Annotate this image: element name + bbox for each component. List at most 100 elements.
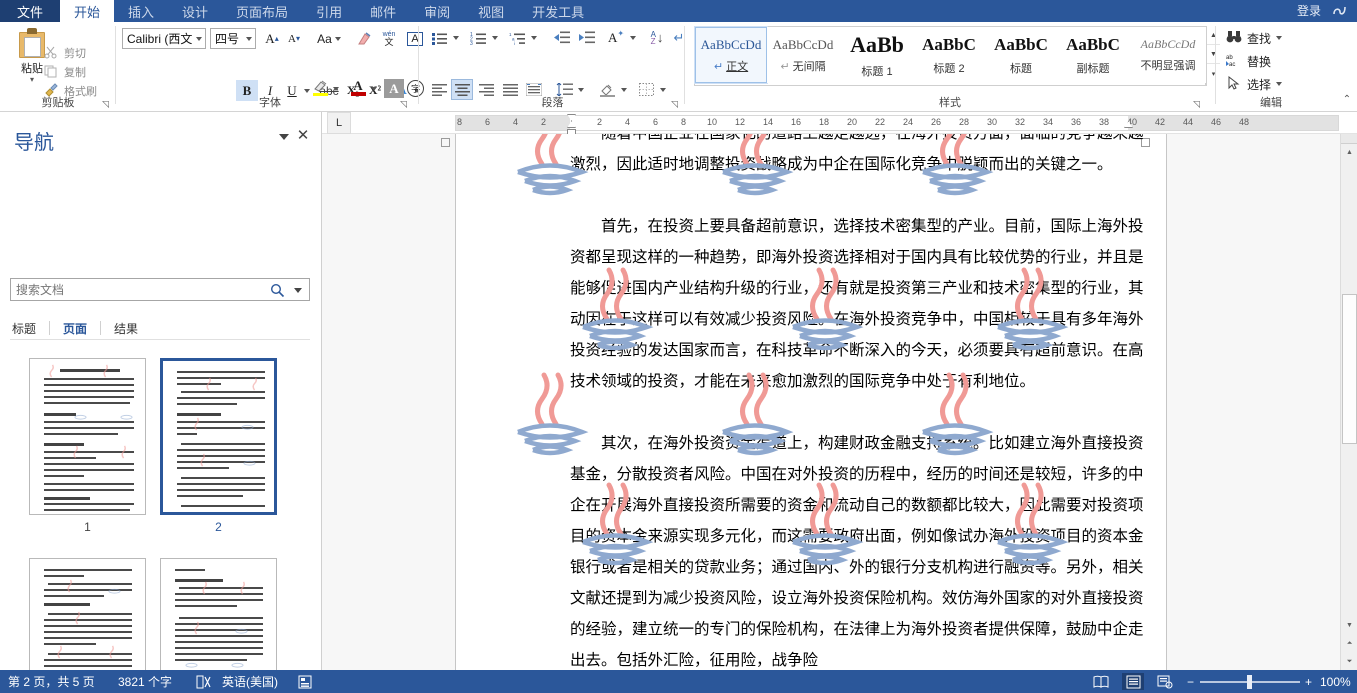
nav-tab-results[interactable]: 结果 [101,320,151,337]
page-thumbnail-2[interactable]: 2 [160,358,277,534]
numbered-list-dropdown-caret[interactable] [490,33,500,43]
font-dialog-launcher[interactable]: ◹ [400,99,410,109]
tab-stop-selector[interactable]: L [327,112,351,134]
tab-mailings[interactable]: 邮件 [356,0,410,22]
search-input[interactable]: 搜索文档 [10,278,310,301]
style-item-title[interactable]: AaBbC 标题 [985,27,1057,83]
nav-tab-pages[interactable]: 页面 [50,320,100,337]
document-text-body[interactable]: 随着中国企业在国家化的道路上越走越远，在海外投资方面，面临的竞争越来越激烈，因此… [570,134,1148,670]
page-thumbnail-3[interactable]: 3 [29,558,146,670]
print-layout-icon[interactable] [1122,673,1144,690]
page-indicator[interactable]: 第 2 页，共 5 页 [8,670,95,693]
web-layout-icon[interactable] [1154,673,1176,690]
scroll-down-icon[interactable]: ▼ [1341,617,1357,634]
read-mode-icon[interactable] [1090,673,1112,690]
tab-page-layout[interactable]: 页面布局 [222,0,302,22]
horizontal-ruler[interactable]: 8 6 4 2 2 4 6 8 10 12 14 16 18 20 22 24 … [455,115,1339,131]
document-paragraph[interactable]: 随着中国企业在国家化的道路上越走越远，在海外投资方面，面临的竞争越来越激烈，因此… [570,134,1148,180]
multilevel-list-icon[interactable]: 1 a i [506,27,528,48]
increase-indent-icon[interactable] [575,27,597,48]
style-item-heading-2[interactable]: AaBbC 标题 2 [913,27,985,83]
cut-button[interactable]: 剪切 [44,44,86,62]
ruler-tick: 42 [1155,117,1165,127]
collapse-ribbon-icon[interactable]: ⌃ [1340,92,1354,106]
tab-home[interactable]: 开始 [60,0,114,22]
tab-file[interactable]: 文件 [0,0,60,22]
numbered-list-icon[interactable]: 1 2 3 [467,27,489,48]
ruler-tick: 30 [987,117,997,127]
word-count[interactable]: 3821 个字 [118,670,172,693]
paragraph-dialog-launcher[interactable]: ◹ [671,99,681,109]
thumbnail-page-canvas [29,358,146,515]
copy-label: 复制 [64,64,86,80]
tab-design[interactable]: 设计 [168,0,222,22]
proofing-errors-icon[interactable] [196,670,212,693]
document-paragraph[interactable]: 其次，在海外投资资金渠道上，构建财政金融支持系统。比如建立海外直接投资基金，分散… [570,428,1148,670]
bullet-list-dropdown-caret[interactable] [451,33,461,43]
decrease-indent-icon[interactable] [550,27,572,48]
zoom-level[interactable]: 100% [1320,670,1351,693]
sign-in-link[interactable]: 登录 [1297,2,1321,19]
font-name-combo[interactable]: Calibri (西文 [122,28,206,49]
tab-references[interactable]: 引用 [302,0,356,22]
previous-page-icon[interactable]: ⏶ [1341,635,1357,652]
language-indicator[interactable]: 英语(美国) [222,670,278,693]
zoom-slider-thumb[interactable] [1247,675,1252,689]
style-item-subtitle[interactable]: AaBbC 副标题 [1057,27,1129,83]
replace-button[interactable]: ab ac 替换 [1226,51,1271,71]
search-icon[interactable] [270,283,285,298]
nav-tab-headings[interactable]: 标题 [10,320,49,337]
find-button[interactable]: 查找 [1226,28,1282,48]
style-item-subtle-emphasis[interactable]: AaBbCcDd 不明显强调 [1129,27,1207,83]
document-canvas[interactable]: 随着中国企业在国家化的道路上越走越远，在海外投资方面，面临的竞争越来越激烈，因此… [322,134,1357,670]
tab-developer[interactable]: 开发工具 [518,0,598,22]
grow-font-button[interactable]: A▴ [262,28,282,49]
page-thumbnail-list[interactable]: 1 [0,344,321,670]
asian-layout-dropdown-caret[interactable] [628,33,638,43]
search-options-chevron-down-icon[interactable] [294,288,302,293]
page-thumbnail-4[interactable]: 4 [160,558,277,670]
copy-button[interactable]: 复制 [44,63,86,81]
style-sample: AaBbCcDd [701,37,762,53]
macro-record-icon[interactable] [298,670,312,693]
style-item-body[interactable]: AaBbCcDd ↵ 正文 [695,27,767,83]
select-button[interactable]: 选择 [1226,74,1282,94]
style-item-no-spacing[interactable]: AaBbCcDd ↵ 无间隔 [767,27,839,83]
zoom-out-button[interactable]: − [1187,670,1194,693]
bullet-list-icon[interactable] [428,27,450,48]
ruler-tick: 28 [959,117,969,127]
highlight-dropdown-caret[interactable] [331,84,341,94]
zoom-in-button[interactable]: + [1305,670,1312,693]
tab-insert[interactable]: 插入 [114,0,168,22]
select-dropdown-caret[interactable] [1276,82,1282,86]
ruler-tick: 8 [681,117,686,127]
svg-text:3: 3 [470,41,473,45]
tab-view[interactable]: 视图 [464,0,518,22]
close-icon[interactable]: ✕ [295,128,311,144]
asian-layout-icon[interactable]: A ✦ [605,27,627,48]
scroll-up-icon[interactable]: ▲ [1341,144,1357,161]
thumbnail-page-canvas [29,558,146,670]
select-label: 选择 [1247,76,1271,93]
paste-dropdown-caret[interactable]: ▾ [30,76,34,83]
scissors-icon [44,45,60,61]
vertical-scrollbar[interactable]: ▲ ▼ ⏶ ⏷ [1340,134,1357,670]
page-thumbnail-1[interactable]: 1 [29,358,146,534]
sort-icon[interactable]: AZ ↓ [646,27,668,48]
svg-text:ac: ac [1229,62,1235,67]
clipboard-dialog-launcher[interactable]: ◹ [102,99,112,109]
styles-dialog-launcher[interactable]: ◹ [1193,99,1203,109]
multilevel-list-dropdown-caret[interactable] [529,33,539,43]
font-color-dropdown-caret[interactable] [369,84,379,94]
document-paragraph[interactable]: 首先，在投资上要具备超前意识，选择技术密集型的产业。目前，国际上海外投资都呈现这… [570,211,1148,397]
split-window-handle[interactable] [1341,134,1357,144]
find-dropdown-caret[interactable] [1276,36,1282,40]
chevron-down-icon[interactable] [279,134,289,140]
next-page-icon[interactable]: ⏷ [1341,653,1357,670]
font-size-combo[interactable]: 四号 [210,28,256,49]
ribbon-display-options-icon[interactable] [1331,3,1349,19]
tab-review[interactable]: 审阅 [410,0,464,22]
style-item-heading-1[interactable]: AaBb 标题 1 [841,27,913,83]
scrollbar-thumb[interactable] [1342,294,1357,444]
clipboard-icon [19,28,45,58]
